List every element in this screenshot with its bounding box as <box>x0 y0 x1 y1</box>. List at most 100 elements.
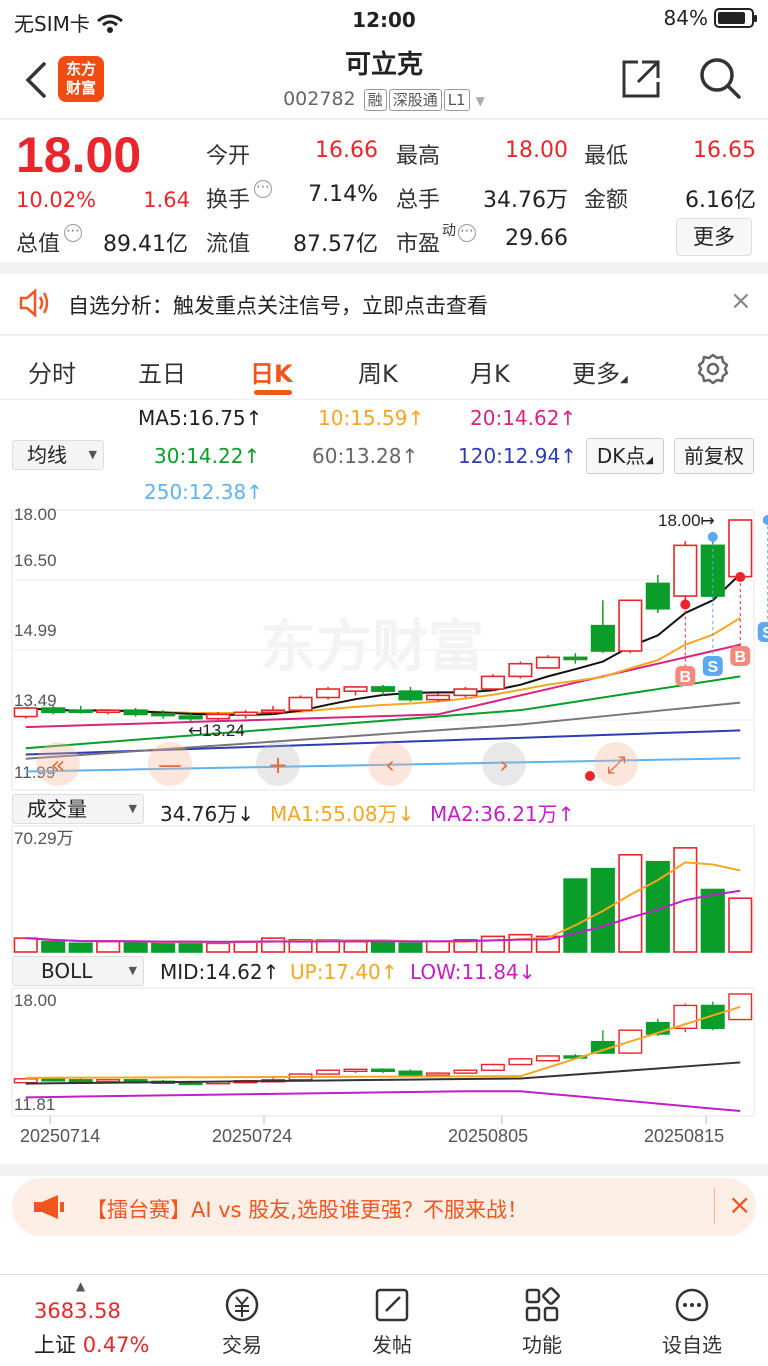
candle-body <box>700 544 725 597</box>
adjust-button[interactable]: 前复权 <box>674 438 754 474</box>
signal-dot <box>762 515 768 525</box>
ma20-value: 20:14.62↑ <box>470 406 577 430</box>
scroll-right-icon-glyph: › <box>499 751 509 779</box>
tab-five-day[interactable]: 五日 <box>138 354 186 389</box>
signal-label: B <box>734 649 746 666</box>
boll-candle <box>398 1070 423 1076</box>
candle-body <box>151 712 176 717</box>
close-icon[interactable]: × <box>728 1188 751 1221</box>
candle-body <box>673 544 698 597</box>
boll-candle <box>343 1068 368 1072</box>
period-tabs: 分时 五日 日K 周K 月K 更多◢ <box>0 336 768 400</box>
candle-body <box>508 662 533 678</box>
candle-body <box>618 599 643 652</box>
dk-button[interactable]: DK点◢ <box>586 438 664 474</box>
signal-label: S <box>707 659 718 676</box>
index-ticker[interactable]: 3683.58 上证 0.47% <box>34 1299 149 1359</box>
candle-body <box>261 709 286 714</box>
candle-body <box>590 624 615 652</box>
nav-post[interactable]: 发帖 <box>342 1285 442 1358</box>
volume-bar <box>68 942 93 953</box>
dk-button-label: DK点 <box>596 444 646 468</box>
tab-daily-k[interactable]: 日K <box>250 354 293 389</box>
speaker-icon <box>19 288 49 318</box>
candle-body <box>370 686 396 692</box>
nav-add-watchlist[interactable]: 设自选 <box>642 1285 742 1358</box>
tab-weekly-k[interactable]: 周K <box>358 354 398 389</box>
boll-candle <box>68 1079 93 1083</box>
dropdown-arrow-icon: ▼ <box>88 448 97 461</box>
share-icon[interactable] <box>620 58 662 100</box>
more-dots-icon <box>675 1288 709 1322</box>
battery-percent: 84% <box>663 6 708 30</box>
boll-selector[interactable]: BOLL ▼ <box>12 956 144 986</box>
scroll-left-icon-glyph: ‹ <box>385 751 395 779</box>
current-price: 18.00 <box>16 127 142 183</box>
quote-label-4: 总手 <box>396 188 441 213</box>
dropdown-arrow-icon: ▼ <box>128 964 137 977</box>
price-axis-label: 13.49 <box>14 691 57 710</box>
volume-value: 34.76万↓ <box>160 802 255 826</box>
settings-gear-icon[interactable] <box>696 352 730 386</box>
quote-value-6: 89.41亿 <box>103 232 188 257</box>
boll-candle <box>535 1055 560 1062</box>
candle-body <box>453 688 478 697</box>
price-axis-label: 14.99 <box>14 621 57 640</box>
boll-candle <box>41 1078 66 1082</box>
date-label: 20250714 <box>20 1126 100 1146</box>
tab-timeshare[interactable]: 分时 <box>28 354 76 389</box>
price-axis-label: 16.50 <box>14 551 57 570</box>
volume-bar <box>728 897 753 953</box>
quote-label-5: 金额 <box>584 188 629 213</box>
volume-bar <box>700 888 725 953</box>
candle-body <box>233 711 258 717</box>
quote-label-3: 换手 <box>206 188 251 213</box>
candle-body <box>480 675 505 690</box>
volume-bar <box>96 940 121 953</box>
nav-functions[interactable]: 功能 <box>492 1285 592 1358</box>
quote-value-2: 16.65 <box>693 138 756 163</box>
signal-dot <box>707 531 718 542</box>
more-quote-button[interactable]: 更多 <box>676 218 752 256</box>
candle-body <box>178 715 203 720</box>
header-divider <box>0 118 768 120</box>
volume-selector[interactable]: 成交量 ▼ <box>12 794 144 824</box>
close-icon[interactable]: × <box>730 286 752 316</box>
index-change: 0.47% <box>82 1333 150 1357</box>
active-tab-indicator <box>254 390 292 395</box>
analysis-notice[interactable]: 自选分析：触发重点关注信号，立即点击查看 × <box>0 272 768 334</box>
nav-trade-label: 交易 <box>222 1333 262 1357</box>
volume-bar <box>398 942 423 953</box>
index-name: 上证 <box>34 1333 76 1357</box>
boll-candle <box>453 1069 478 1074</box>
boll-candle <box>508 1058 533 1066</box>
boll-candle <box>371 1068 395 1072</box>
kline-chart[interactable]: 东方财富18.0016.5014.9913.4911.9918.00↦↤13.2… <box>0 506 768 1166</box>
quote-value-4: 34.76万 <box>483 188 568 213</box>
volume-ma2: MA2:36.21万↑ <box>430 802 575 826</box>
high-marker: 18.00↦ <box>658 511 715 530</box>
quote-label-8: 市盈 <box>396 232 441 257</box>
search-icon[interactable] <box>698 56 742 100</box>
promo-banner[interactable]: 【擂台赛】AI vs 股友,选股谁更强？不服来战！ × <box>12 1178 756 1236</box>
grid-icon <box>525 1287 560 1322</box>
date-label: 20250805 <box>448 1126 528 1146</box>
ma-selector-label: 均线 <box>27 443 67 467</box>
tab-more[interactable]: 更多◢ <box>572 354 628 389</box>
ma-selector[interactable]: 均线 ▼ <box>12 440 104 470</box>
signal-label: B <box>680 669 692 686</box>
quote-label-7: 流值 <box>206 232 251 257</box>
nav-trade[interactable]: 交易 <box>192 1285 292 1358</box>
edit-icon <box>375 1288 409 1322</box>
fullscreen-icon-glyph: ⤢ <box>606 751 625 779</box>
volume-selector-label: 成交量 <box>27 797 87 821</box>
notice-text: 自选分析：触发重点关注信号，立即点击查看 <box>68 294 488 318</box>
candle-body <box>425 694 451 701</box>
volume-bar <box>261 937 286 953</box>
boll-candle <box>425 1072 450 1076</box>
tag-connect: 深股通 <box>388 89 442 111</box>
quote-label-1: 最高 <box>396 144 441 169</box>
quote-value-7: 87.57亿 <box>293 232 378 257</box>
tab-monthly-k[interactable]: 月K <box>470 354 510 389</box>
volume-bar <box>206 942 231 953</box>
